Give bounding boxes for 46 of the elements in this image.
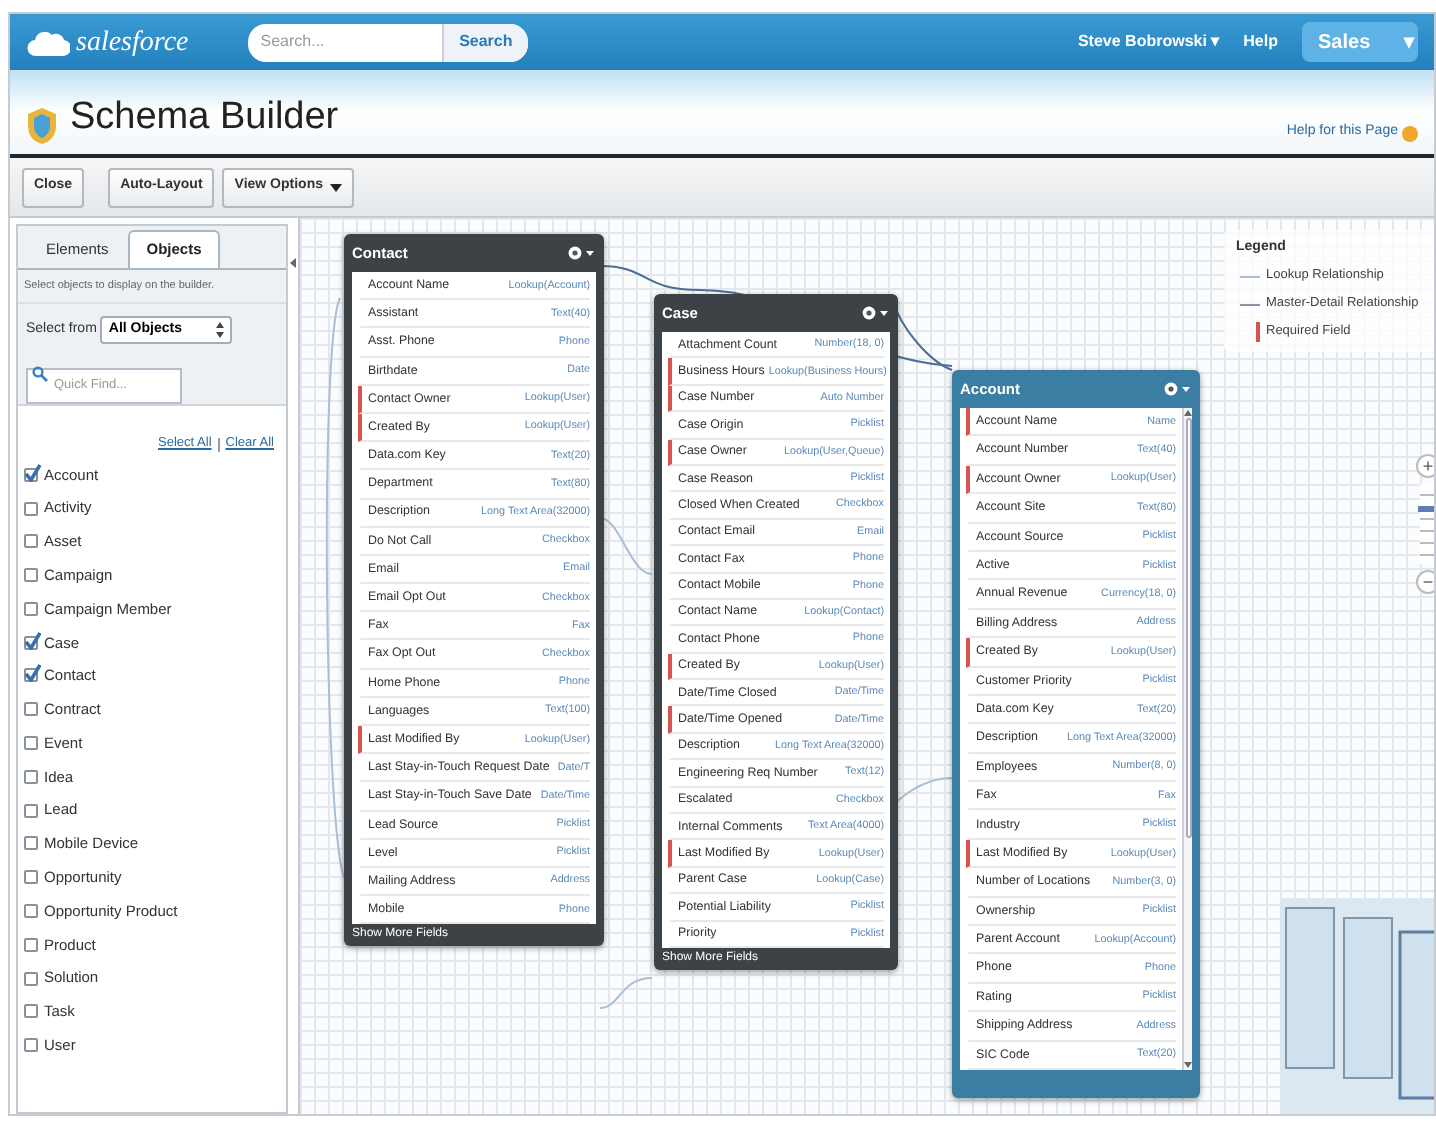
relationship-line <box>599 977 653 1009</box>
cloud-logo-icon <box>26 27 70 57</box>
checkbox[interactable] <box>24 1038 38 1053</box>
help-link[interactable]: Help <box>1243 30 1278 54</box>
checkbox[interactable] <box>24 769 38 784</box>
logo-text: salesforce <box>76 25 189 61</box>
scroll-down-arrow-icon[interactable] <box>1184 1059 1192 1068</box>
checkbox[interactable] <box>24 1004 38 1019</box>
scrollbar[interactable] <box>1182 408 1192 1070</box>
gear-menu-icon[interactable] <box>566 244 596 262</box>
checkbox[interactable] <box>24 568 38 583</box>
checkbox[interactable] <box>24 736 38 751</box>
updown-icon <box>216 322 225 339</box>
user-menu[interactable]: Steve Bobrowski ▾ <box>1077 30 1220 54</box>
search-field[interactable]: Search... Search <box>248 23 529 61</box>
checkbox[interactable] <box>24 534 38 549</box>
checkbox[interactable] <box>24 903 38 918</box>
search-button[interactable]: Search <box>441 23 529 61</box>
checkbox[interactable] <box>24 668 38 683</box>
gear-menu-icon[interactable] <box>860 304 890 322</box>
checkbox[interactable] <box>24 836 38 851</box>
page-title: Schema Builder <box>70 93 339 141</box>
search-icon <box>32 366 48 383</box>
zoom-slider-thumb[interactable] <box>1418 506 1434 513</box>
zoom-in-button[interactable]: + <box>1416 454 1434 478</box>
checkbox[interactable] <box>24 803 38 818</box>
checkbox[interactable] <box>24 601 38 616</box>
checkbox[interactable] <box>24 702 38 717</box>
scroll-up-arrow-icon[interactable] <box>1184 410 1192 418</box>
object-card[interactable] <box>952 370 1200 1098</box>
relationship-line <box>599 517 653 575</box>
shield-icon <box>26 106 58 146</box>
zoom-slider[interactable] <box>1420 484 1434 564</box>
minimap[interactable] <box>1280 898 1434 1114</box>
checkbox[interactable] <box>24 467 38 482</box>
checkbox[interactable] <box>24 501 38 516</box>
zoom-out-button[interactable]: − <box>1416 570 1434 594</box>
object-card[interactable] <box>344 234 604 947</box>
checkbox[interactable] <box>24 937 38 952</box>
checkbox[interactable] <box>24 971 38 986</box>
checkbox[interactable] <box>24 635 38 650</box>
checkbox[interactable] <box>24 870 38 885</box>
caret-icon <box>329 183 341 191</box>
object-card[interactable] <box>654 294 898 970</box>
gear-menu-icon[interactable] <box>1162 380 1192 398</box>
help-icon <box>1402 126 1418 142</box>
